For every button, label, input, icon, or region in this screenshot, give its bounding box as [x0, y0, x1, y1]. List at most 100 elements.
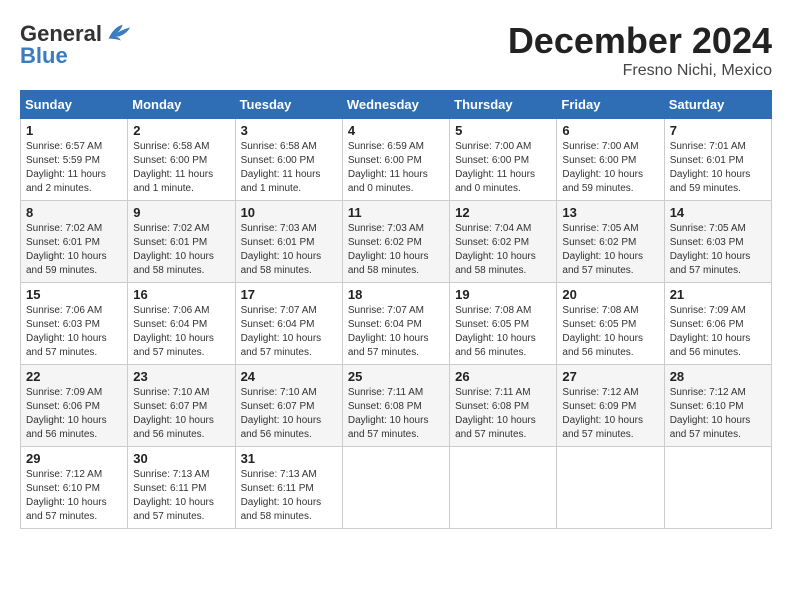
col-sunday: Sunday: [21, 91, 128, 119]
col-friday: Friday: [557, 91, 664, 119]
day-info: Sunrise: 7:13 AMSunset: 6:11 PMDaylight:…: [133, 468, 229, 524]
day-number: 3: [241, 123, 337, 138]
table-row: 2Sunrise: 6:58 AMSunset: 6:00 PMDaylight…: [128, 119, 235, 201]
table-row: 4Sunrise: 6:59 AMSunset: 6:00 PMDaylight…: [342, 119, 449, 201]
table-row: 3 Sunrise: 6:58 AMSunset: 6:00 PMDaylight…: [235, 119, 342, 201]
logo-blue-text: Blue: [20, 43, 68, 68]
table-row: [557, 447, 664, 529]
col-monday: Monday: [128, 91, 235, 119]
table-row: 27 Sunrise: 7:12 AMSunset: 6:09 PMDayligh…: [557, 365, 664, 447]
table-row: 14 Sunrise: 7:05 AMSunset: 6:03 PMDayligh…: [664, 201, 771, 283]
table-row: [450, 447, 557, 529]
day-info: Sunrise: 7:11 AMSunset: 6:08 PMDaylight:…: [348, 386, 444, 442]
day-info: Sunrise: 7:03 AMSunset: 6:01 PMDaylight:…: [241, 222, 337, 278]
day-number: 20: [562, 287, 658, 302]
day-number: 23: [133, 369, 229, 384]
table-row: 7 Sunrise: 7:01 AMSunset: 6:01 PMDaylight…: [664, 119, 771, 201]
day-info: Sunrise: 7:01 AMSunset: 6:01 PMDaylight:…: [670, 140, 766, 196]
day-number: 10: [241, 205, 337, 220]
table-row: [664, 447, 771, 529]
calendar-week-row: 29 Sunrise: 7:12 AMSunset: 6:10 PMDayligh…: [21, 447, 772, 529]
day-number: 29: [26, 451, 122, 466]
day-info: Sunrise: 7:05 AMSunset: 6:03 PMDaylight:…: [670, 222, 766, 278]
table-row: 19 Sunrise: 7:08 AMSunset: 6:05 PMDayligh…: [450, 283, 557, 365]
day-number: 16: [133, 287, 229, 302]
day-info: Sunrise: 7:03 AMSunset: 6:02 PMDaylight:…: [348, 222, 444, 278]
day-info: Sunrise: 7:07 AMSunset: 6:04 PMDaylight:…: [348, 304, 444, 360]
table-row: 12Sunrise: 7:04 AMSunset: 6:02 PMDayligh…: [450, 201, 557, 283]
day-number: 17: [241, 287, 337, 302]
table-row: 10 Sunrise: 7:03 AMSunset: 6:01 PMDayligh…: [235, 201, 342, 283]
day-number: 4: [348, 123, 444, 138]
day-info: Sunrise: 7:09 AMSunset: 6:06 PMDaylight:…: [26, 386, 122, 442]
day-info: Sunrise: 7:12 AMSunset: 6:10 PMDaylight:…: [670, 386, 766, 442]
day-info: Sunrise: 7:02 AMSunset: 6:01 PMDaylight:…: [26, 222, 122, 278]
day-info: Sunrise: 7:06 AMSunset: 6:04 PMDaylight:…: [133, 304, 229, 360]
col-thursday: Thursday: [450, 91, 557, 119]
location-label: Fresno Nichi, Mexico: [508, 62, 772, 80]
day-number: 19: [455, 287, 551, 302]
day-info: Sunrise: 7:13 AMSunset: 6:11 PMDaylight:…: [241, 468, 337, 524]
day-info: Sunrise: 7:09 AMSunset: 6:06 PMDaylight:…: [670, 304, 766, 360]
day-number: 6: [562, 123, 658, 138]
day-info: Sunrise: 7:08 AMSunset: 6:05 PMDaylight:…: [455, 304, 551, 360]
calendar-header-row: Sunday Monday Tuesday Wednesday Thursday…: [21, 91, 772, 119]
day-info: Sunrise: 7:04 AMSunset: 6:02 PMDaylight:…: [455, 222, 551, 278]
table-row: 25 Sunrise: 7:11 AMSunset: 6:08 PMDayligh…: [342, 365, 449, 447]
day-info: Sunrise: 7:07 AMSunset: 6:04 PMDaylight:…: [241, 304, 337, 360]
day-number: 25: [348, 369, 444, 384]
table-row: 17 Sunrise: 7:07 AMSunset: 6:04 PMDayligh…: [235, 283, 342, 365]
calendar-week-row: 1Sunrise: 6:57 AMSunset: 5:59 PMDaylight…: [21, 119, 772, 201]
table-row: 18 Sunrise: 7:07 AMSunset: 6:04 PMDayligh…: [342, 283, 449, 365]
table-row: 5Sunrise: 7:00 AMSunset: 6:00 PMDaylight…: [450, 119, 557, 201]
table-row: 22Sunrise: 7:09 AMSunset: 6:06 PMDayligh…: [21, 365, 128, 447]
table-row: 6 Sunrise: 7:00 AMSunset: 6:00 PMDaylight…: [557, 119, 664, 201]
day-number: 30: [133, 451, 229, 466]
day-info: Sunrise: 7:02 AMSunset: 6:01 PMDaylight:…: [133, 222, 229, 278]
table-row: 8 Sunrise: 7:02 AMSunset: 6:01 PMDaylight…: [21, 201, 128, 283]
table-row: [342, 447, 449, 529]
table-row: 28Sunrise: 7:12 AMSunset: 6:10 PMDayligh…: [664, 365, 771, 447]
table-row: 24 Sunrise: 7:10 AMSunset: 6:07 PMDayligh…: [235, 365, 342, 447]
day-info: Sunrise: 6:58 AMSunset: 6:00 PMDaylight:…: [133, 140, 229, 196]
day-number: 5: [455, 123, 551, 138]
title-block: December 2024 Fresno Nichi, Mexico: [508, 20, 772, 80]
day-info: Sunrise: 7:10 AMSunset: 6:07 PMDaylight:…: [241, 386, 337, 442]
day-number: 18: [348, 287, 444, 302]
day-info: Sunrise: 7:12 AMSunset: 6:10 PMDaylight:…: [26, 468, 122, 524]
table-row: 1Sunrise: 6:57 AMSunset: 5:59 PMDaylight…: [21, 119, 128, 201]
day-info: Sunrise: 7:05 AMSunset: 6:02 PMDaylight:…: [562, 222, 658, 278]
table-row: 21Sunrise: 7:09 AMSunset: 6:06 PMDayligh…: [664, 283, 771, 365]
table-row: 23 Sunrise: 7:10 AMSunset: 6:07 PMDayligh…: [128, 365, 235, 447]
calendar-week-row: 8 Sunrise: 7:02 AMSunset: 6:01 PMDaylight…: [21, 201, 772, 283]
day-number: 24: [241, 369, 337, 384]
table-row: 31Sunrise: 7:13 AMSunset: 6:11 PMDayligh…: [235, 447, 342, 529]
page-header: General Blue December 2024 Fresno Nichi,…: [20, 20, 772, 80]
day-info: Sunrise: 7:06 AMSunset: 6:03 PMDaylight:…: [26, 304, 122, 360]
col-tuesday: Tuesday: [235, 91, 342, 119]
day-info: Sunrise: 7:00 AMSunset: 6:00 PMDaylight:…: [562, 140, 658, 196]
table-row: 15 Sunrise: 7:06 AMSunset: 6:03 PMDayligh…: [21, 283, 128, 365]
day-number: 27: [562, 369, 658, 384]
table-row: 9Sunrise: 7:02 AMSunset: 6:01 PMDaylight…: [128, 201, 235, 283]
table-row: 11 Sunrise: 7:03 AMSunset: 6:02 PMDayligh…: [342, 201, 449, 283]
table-row: 13Sunrise: 7:05 AMSunset: 6:02 PMDayligh…: [557, 201, 664, 283]
day-info: Sunrise: 6:58 AMSunset: 6:00 PMDaylight:…: [241, 140, 337, 196]
day-number: 8: [26, 205, 122, 220]
day-info: Sunrise: 7:08 AMSunset: 6:05 PMDaylight:…: [562, 304, 658, 360]
day-number: 11: [348, 205, 444, 220]
table-row: 20 Sunrise: 7:08 AMSunset: 6:05 PMDayligh…: [557, 283, 664, 365]
table-row: 30 Sunrise: 7:13 AMSunset: 6:11 PMDayligh…: [128, 447, 235, 529]
day-number: 15: [26, 287, 122, 302]
day-info: Sunrise: 7:10 AMSunset: 6:07 PMDaylight:…: [133, 386, 229, 442]
day-number: 14: [670, 205, 766, 220]
day-number: 7: [670, 123, 766, 138]
col-wednesday: Wednesday: [342, 91, 449, 119]
table-row: 29 Sunrise: 7:12 AMSunset: 6:10 PMDayligh…: [21, 447, 128, 529]
day-info: Sunrise: 7:11 AMSunset: 6:08 PMDaylight:…: [455, 386, 551, 442]
logo: General Blue: [20, 20, 132, 68]
table-row: 26Sunrise: 7:11 AMSunset: 6:08 PMDayligh…: [450, 365, 557, 447]
day-number: 1: [26, 123, 122, 138]
day-info: Sunrise: 7:12 AMSunset: 6:09 PMDaylight:…: [562, 386, 658, 442]
col-saturday: Saturday: [664, 91, 771, 119]
